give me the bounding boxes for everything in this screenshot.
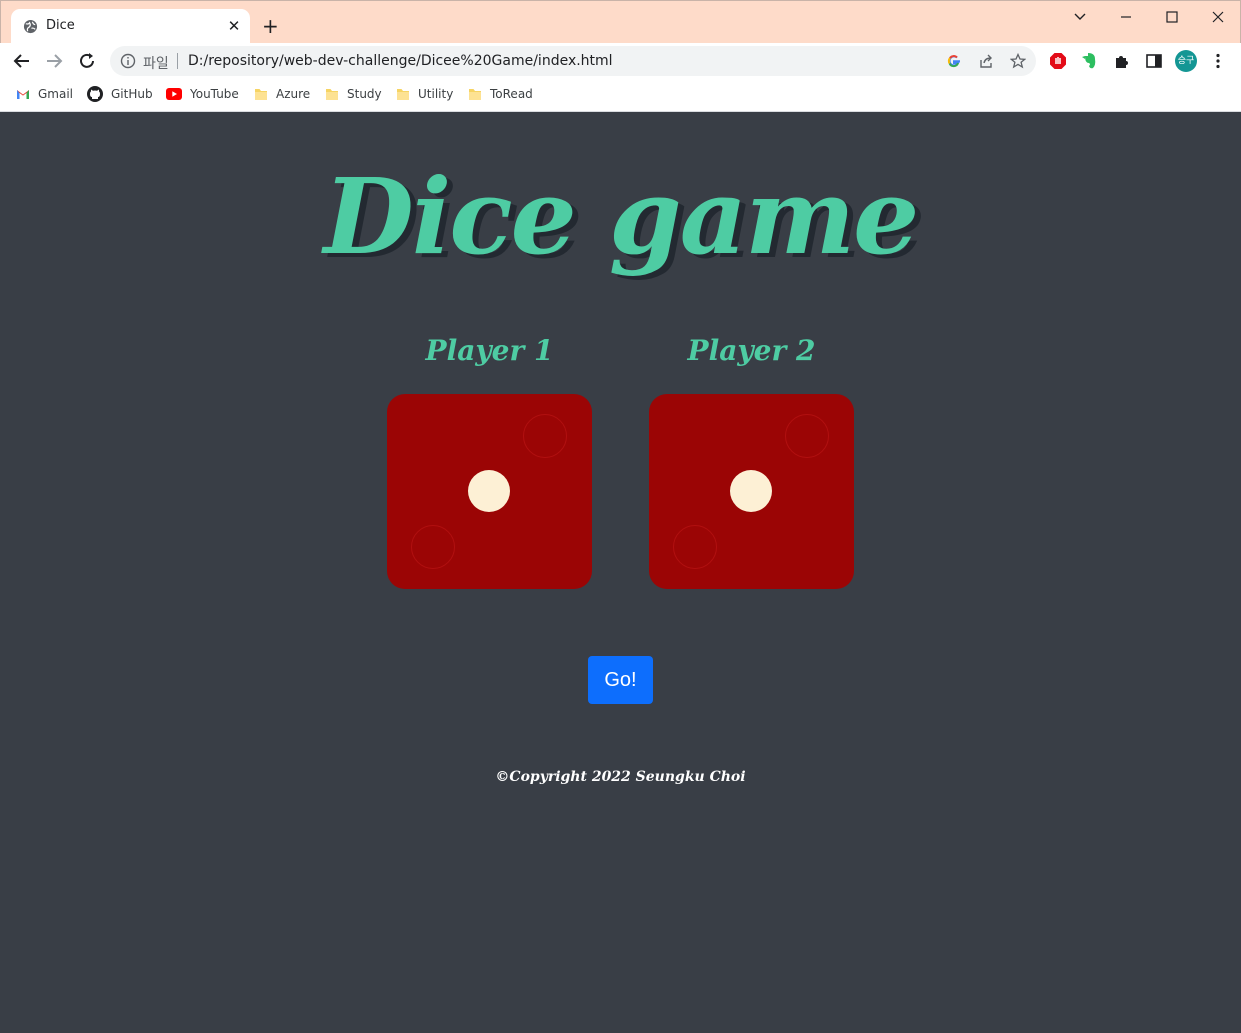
- player-2-label: Player 2: [687, 334, 816, 367]
- bookmark-folder-study[interactable]: Study: [325, 85, 382, 103]
- extensions-puzzle-icon[interactable]: [1113, 52, 1131, 70]
- bookmark-gmail[interactable]: Gmail: [16, 85, 73, 103]
- reload-icon[interactable]: [77, 51, 97, 71]
- url-divider: [177, 53, 178, 69]
- youtube-icon: [166, 88, 182, 100]
- share-icon[interactable]: [978, 53, 994, 69]
- bookmark-youtube[interactable]: YouTube: [166, 85, 239, 103]
- info-icon[interactable]: [120, 53, 136, 69]
- bookmarks-bar: Gmail GitHub YouTube Azure Study Utility…: [0, 80, 1241, 112]
- copyright-footer: ©Copyright 2022 Seungku Choi: [495, 769, 746, 785]
- bookmark-label: ToRead: [490, 87, 533, 101]
- github-icon: [87, 86, 103, 102]
- page-content: Dice game Player 1 Player 2 Go! ©Copyrig…: [1, 112, 1240, 1032]
- bookmark-star-icon[interactable]: [1010, 53, 1026, 69]
- tab-title: Dice: [46, 18, 75, 33]
- maximize-icon[interactable]: [1162, 7, 1182, 27]
- die-pip: [730, 470, 772, 512]
- die-pip-shadow: [785, 414, 829, 458]
- bookmark-folder-toread[interactable]: ToRead: [468, 85, 533, 103]
- browser-toolbar: 파일 D:/repository/web-dev-challenge/Dicee…: [0, 43, 1241, 80]
- evernote-icon[interactable]: [1081, 52, 1099, 70]
- more-menu-icon[interactable]: [1209, 52, 1227, 70]
- die-pip-shadow: [523, 414, 567, 458]
- url-text[interactable]: D:/repository/web-dev-challenge/Dicee%20…: [188, 53, 613, 69]
- tab-strip: Dice ✕ +: [0, 0, 1241, 44]
- globe-icon: [23, 19, 38, 34]
- profile-avatar[interactable]: 승구: [1175, 50, 1197, 72]
- player-1-label: Player 1: [425, 334, 554, 367]
- close-icon[interactable]: ✕: [226, 18, 242, 34]
- folder-icon: [255, 89, 267, 100]
- die-pip: [468, 470, 510, 512]
- browser-tab[interactable]: Dice ✕: [11, 9, 250, 44]
- url-scheme-label: 파일: [143, 56, 169, 72]
- side-panel-icon[interactable]: [1145, 52, 1163, 70]
- bookmark-label: YouTube: [190, 87, 239, 101]
- window-close-icon[interactable]: [1208, 7, 1228, 27]
- bookmark-label: Azure: [276, 87, 311, 101]
- player-2-die: [649, 394, 854, 589]
- adblock-icon[interactable]: [1049, 52, 1067, 70]
- bookmark-label: Gmail: [38, 87, 74, 101]
- address-bar[interactable]: 파일 D:/repository/web-dev-challenge/Dicee…: [110, 46, 1036, 76]
- folder-icon: [326, 89, 338, 100]
- minimize-icon[interactable]: [1116, 7, 1136, 27]
- bookmark-github[interactable]: GitHub: [87, 85, 153, 103]
- bookmark-label: Utility: [418, 87, 454, 101]
- roll-dice-button[interactable]: Go!: [588, 656, 653, 704]
- die-pip-shadow: [673, 525, 717, 569]
- die-pip-shadow: [411, 525, 455, 569]
- bookmark-label: GitHub: [111, 87, 153, 101]
- folder-icon: [469, 89, 481, 100]
- bookmark-folder-azure[interactable]: Azure: [254, 85, 310, 103]
- forward-arrow-icon[interactable]: [44, 51, 64, 71]
- page-title: Dice game: [323, 155, 920, 278]
- folder-icon: [397, 89, 409, 100]
- new-tab-button[interactable]: +: [262, 16, 279, 36]
- google-icon[interactable]: [946, 53, 962, 69]
- tab-search-icon[interactable]: [1070, 7, 1090, 27]
- gmail-icon: [17, 90, 29, 99]
- back-arrow-icon[interactable]: [12, 51, 32, 71]
- bookmark-label: Study: [347, 87, 382, 101]
- bookmark-folder-utility[interactable]: Utility: [396, 85, 453, 103]
- player-1-die: [387, 394, 592, 589]
